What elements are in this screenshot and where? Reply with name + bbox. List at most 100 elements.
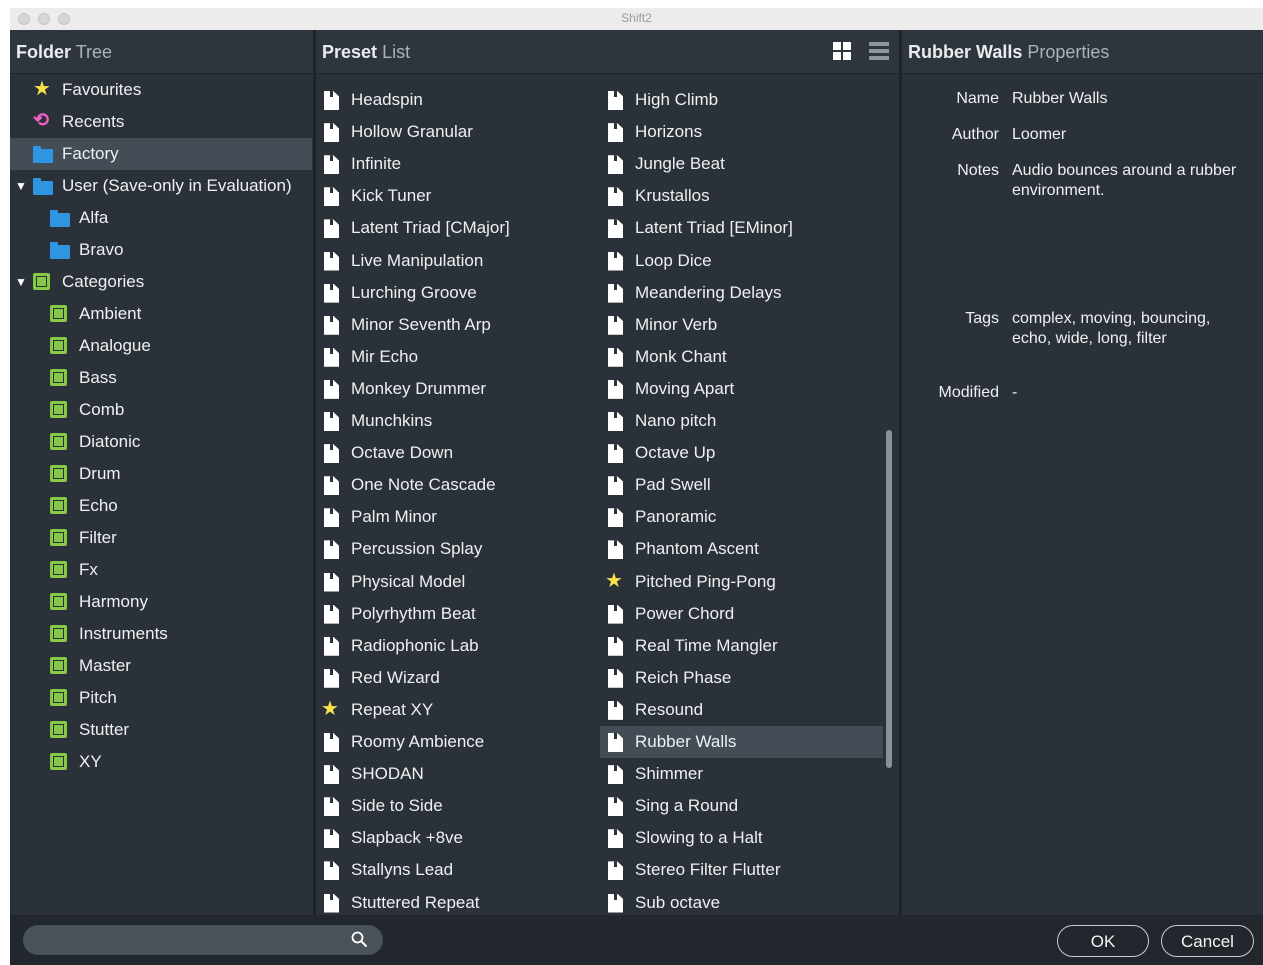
preset-file-icon: [324, 636, 339, 656]
tree-item-favourites[interactable]: ★ Favourites: [10, 74, 312, 106]
tree-item-label: Stutter: [79, 720, 130, 739]
preset-item-rubber-walls[interactable]: Rubber Walls: [600, 726, 883, 758]
preset-item-palm-minor[interactable]: Palm Minor: [316, 501, 599, 533]
tree-item-factory[interactable]: Factory: [10, 138, 312, 170]
tree-item-filter[interactable]: Filter: [10, 522, 312, 554]
preset-item-label: Infinite: [351, 154, 402, 174]
disclosure-triangle-icon[interactable]: ▼: [15, 170, 27, 202]
preset-item-high-climb[interactable]: High Climb: [600, 84, 883, 116]
tree-item-fx[interactable]: Fx: [10, 554, 312, 586]
preset-item-sub-octave[interactable]: Sub octave: [600, 887, 883, 916]
preset-item-resound[interactable]: Resound: [600, 694, 883, 726]
preset-item-krustallos[interactable]: Krustallos: [600, 180, 883, 212]
tree-item-recents[interactable]: ⟲ Recents: [10, 106, 312, 138]
tree-item-bass[interactable]: Bass: [10, 362, 312, 394]
preset-item-roomy-ambience[interactable]: Roomy Ambience: [316, 726, 599, 758]
tree-item-echo[interactable]: Echo: [10, 490, 312, 522]
preset-item-repeat-xy[interactable]: ★ Repeat XY: [316, 694, 599, 726]
property-modified-value: -: [1012, 384, 1018, 401]
preset-item-label: High Climb: [635, 90, 719, 109]
preset-item-horizons[interactable]: Horizons: [600, 116, 883, 148]
preset-item-meandering-delays[interactable]: Meandering Delays: [600, 277, 883, 309]
preset-item-pad-swell[interactable]: Pad Swell: [600, 469, 883, 501]
tree-item-comb[interactable]: Comb: [10, 394, 312, 426]
preset-item-polyrhythm-beat[interactable]: Polyrhythm Beat: [316, 598, 599, 630]
grid-view-icon[interactable]: [833, 42, 851, 60]
preset-item-pitched-ping-pong[interactable]: ★ Pitched Ping-Pong: [600, 566, 883, 598]
preset-item-minor-seventh-arp[interactable]: Minor Seventh Arp: [316, 309, 599, 341]
preset-item-headspin[interactable]: Headspin: [316, 84, 599, 116]
preset-item-side-to-side[interactable]: Side to Side: [316, 790, 599, 822]
preset-item-radiophonic-lab[interactable]: Radiophonic Lab: [316, 630, 599, 662]
preset-item-red-wizard[interactable]: Red Wizard: [316, 662, 599, 694]
preset-item-monk-chant[interactable]: Monk Chant: [600, 341, 883, 373]
list-view-icon[interactable]: [869, 42, 889, 60]
preset-item-label: Percussion Splay: [351, 539, 483, 559]
preset-item-jungle-beat[interactable]: Jungle Beat: [600, 148, 883, 180]
property-author-value: Loomer: [1012, 126, 1067, 143]
preset-item-lurching-groove[interactable]: Lurching Groove: [316, 277, 599, 309]
preset-file-icon: [324, 155, 339, 175]
tree-item-ambient[interactable]: Ambient: [10, 298, 312, 330]
tree-item-diatonic[interactable]: Diatonic: [10, 426, 312, 458]
preset-item-physical-model[interactable]: Physical Model: [316, 566, 599, 598]
tree-item-xy[interactable]: XY: [10, 746, 312, 778]
tree-item-bravo[interactable]: Bravo: [10, 234, 312, 266]
preset-item-monkey-drummer[interactable]: Monkey Drummer: [316, 373, 599, 405]
preset-list-scrollbar[interactable]: [886, 430, 892, 768]
tree-item-instruments[interactable]: Instruments: [10, 618, 312, 650]
preset-item-reich-phase[interactable]: Reich Phase: [600, 662, 883, 694]
preset-item-label: Munchkins: [351, 411, 433, 430]
preset-item-stereo-filter-flutter[interactable]: Stereo Filter Flutter: [600, 854, 883, 886]
tree-item-master[interactable]: Master: [10, 650, 312, 682]
tree-item-label: Comb: [79, 400, 125, 419]
tree-item-label: Alfa: [79, 208, 109, 227]
preset-item-label: Octave Up: [635, 443, 716, 463]
preset-item-stallyns-lead[interactable]: Stallyns Lead: [316, 854, 599, 886]
preset-item-stuttered-repeat[interactable]: Stuttered Repeat: [316, 887, 599, 916]
preset-item-sing-a-round[interactable]: Sing a Round: [600, 790, 883, 822]
preset-item-real-time-mangler[interactable]: Real Time Mangler: [600, 630, 883, 662]
tree-item-stutter[interactable]: Stutter: [10, 714, 312, 746]
category-icon: [50, 497, 67, 514]
preset-item-panoramic[interactable]: Panoramic: [600, 501, 883, 533]
preset-item-kick-tuner[interactable]: Kick Tuner: [316, 180, 599, 212]
folder-tree-pane: Folder Tree ★ Favourites ⟲ Recents Factory ▼ U…: [10, 30, 313, 915]
preset-item-live-manipulation[interactable]: Live Manipulation: [316, 245, 599, 277]
ok-button[interactable]: OK: [1057, 925, 1149, 957]
tree-item-label: Filter: [79, 528, 117, 547]
preset-item-shimmer[interactable]: Shimmer: [600, 758, 883, 790]
preset-item-minor-verb[interactable]: Minor Verb: [600, 309, 883, 341]
preset-item-latent-triad-cmajor[interactable]: Latent Triad [CMajor]: [316, 212, 599, 244]
tree-item-pitch[interactable]: Pitch: [10, 682, 312, 714]
preset-item-moving-apart[interactable]: Moving Apart: [600, 373, 883, 405]
preset-item-nano-pitch[interactable]: Nano pitch: [600, 405, 883, 437]
tree-item-user-save-only-in-evaluation[interactable]: ▼ User (Save-only in Evaluation): [10, 170, 312, 202]
preset-item-power-chord[interactable]: Power Chord: [600, 598, 883, 630]
preset-item-octave-down[interactable]: Octave Down: [316, 437, 599, 469]
disclosure-triangle-icon[interactable]: ▼: [15, 266, 27, 298]
tree-item-alfa[interactable]: Alfa: [10, 202, 312, 234]
tree-item-label: Factory: [62, 144, 119, 163]
preset-item-one-note-cascade[interactable]: One Note Cascade: [316, 469, 599, 501]
preset-item-mir-echo[interactable]: Mir Echo: [316, 341, 599, 373]
preset-item-percussion-splay[interactable]: Percussion Splay: [316, 533, 599, 565]
cancel-button[interactable]: Cancel: [1161, 925, 1254, 957]
tree-item-drum[interactable]: Drum: [10, 458, 312, 490]
preset-item-latent-triad-eminor[interactable]: Latent Triad [EMinor]: [600, 212, 883, 244]
preset-item-slapback-8ve[interactable]: Slapback +8ve: [316, 822, 599, 854]
search-field[interactable]: [23, 925, 383, 955]
preset-item-hollow-granular[interactable]: Hollow Granular: [316, 116, 599, 148]
preset-file-icon: [324, 187, 339, 207]
preset-item-slowing-to-a-halt[interactable]: Slowing to a Halt: [600, 822, 883, 854]
preset-item-munchkins[interactable]: Munchkins: [316, 405, 599, 437]
preset-item-phantom-ascent[interactable]: Phantom Ascent: [600, 533, 883, 565]
tree-item-analogue[interactable]: Analogue: [10, 330, 312, 362]
tree-item-harmony[interactable]: Harmony: [10, 586, 312, 618]
preset-item-shodan[interactable]: SHODAN: [316, 758, 599, 790]
preset-item-infinite[interactable]: Infinite: [316, 148, 599, 180]
preset-item-loop-dice[interactable]: Loop Dice: [600, 245, 883, 277]
preset-item-octave-up[interactable]: Octave Up: [600, 437, 883, 469]
tree-item-categories[interactable]: ▼ Categories: [10, 266, 312, 298]
category-icon: [50, 753, 67, 770]
